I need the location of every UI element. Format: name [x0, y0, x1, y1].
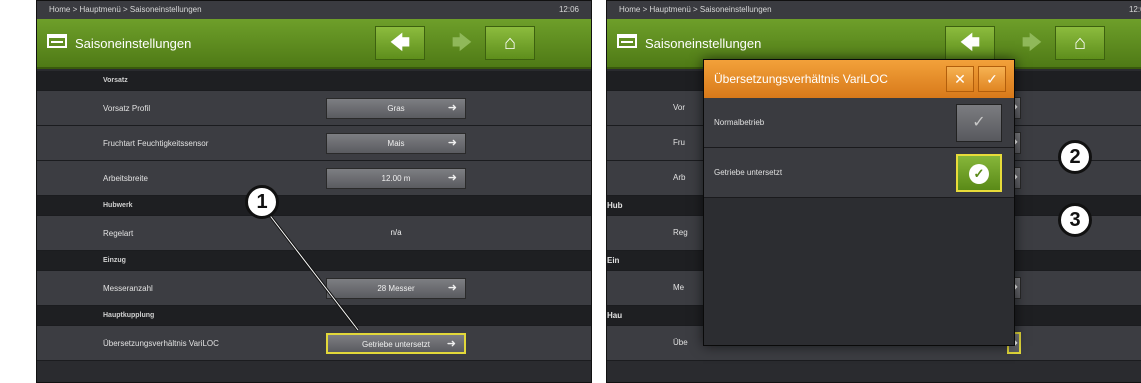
setting-row: Fruchtart Feuchtigkeitssensor Mais ➜ [37, 126, 591, 161]
section-header: Einzug [37, 251, 591, 271]
home-icon: ⌂ [1073, 32, 1087, 54]
setting-label-truncated: Me [673, 283, 685, 292]
dialog-title-text: Übersetzungsverhältnis VariLOC [714, 72, 888, 86]
status-bar: Home > Hauptmenü > Saisoneinstellungen 1… [607, 1, 1141, 19]
setting-row: Regelart n/a [37, 216, 591, 251]
setting-label: Fruchtart Feuchtigkeitssensor [103, 139, 209, 148]
arrow-left-icon: 🡄 [959, 32, 981, 54]
section-header-truncated: Hau [607, 311, 623, 320]
setting-label: Übersetzungsverhältnis VariLOC [103, 339, 219, 348]
settings-menu-icon [47, 34, 67, 48]
section-header: Hubwerk [37, 196, 591, 216]
settings-list: Vorsatz Vorsatz Profil Gras ➜ Fruchtart F… [37, 71, 591, 382]
home-button[interactable]: ⌂ [485, 26, 535, 60]
cancel-button[interactable]: ✕ [946, 66, 974, 92]
setting-row: Vorsatz Profil Gras ➜ [37, 91, 591, 126]
section-header: Hauptkupplung [37, 306, 591, 326]
setting-value-button[interactable]: Mais ➜ [326, 133, 466, 154]
setting-value: Getriebe untersetzt [361, 340, 431, 349]
setting-label-truncated: Übe [673, 338, 688, 347]
option-label: Normalbetrieb [714, 118, 765, 127]
section-header: Vorsatz [37, 71, 591, 91]
setting-row: Übersetzungsverhältnis VariLOC Getriebe … [37, 326, 591, 361]
option-row-selected[interactable]: Getriebe untersetzt ✓ [704, 148, 1014, 198]
close-icon: ✕ [954, 71, 966, 87]
title-bar: Saisoneinstellungen 🡄 🡆 ⌂ [37, 19, 591, 69]
back-button[interactable]: 🡄 [375, 26, 425, 60]
setting-value: 12.00 m [381, 174, 411, 183]
status-bar: Home > Hauptmenü > Saisoneinstellungen 1… [37, 1, 591, 19]
home-button[interactable]: ⌂ [1055, 26, 1105, 60]
check-circle-icon: ✓ [969, 164, 989, 184]
section-header-truncated: Hub [607, 201, 623, 210]
setting-label: Arbeitsbreite [103, 174, 148, 183]
arrow-right-icon: ➜ [447, 102, 457, 114]
breadcrumb: Home > Hauptmenü > Saisoneinstellungen [619, 5, 772, 14]
setting-value-button-selected[interactable]: Getriebe untersetzt ➜ [326, 333, 466, 354]
settings-screen-right: Home > Hauptmenü > Saisoneinstellungen 1… [606, 0, 1141, 383]
clock: 12:06 [558, 5, 579, 14]
settings-screen-left: Home > Hauptmenü > Saisoneinstellungen 1… [36, 0, 592, 383]
setting-value: Gras [387, 104, 405, 113]
arrow-right-icon: ➜ [446, 338, 456, 350]
setting-value: n/a [390, 228, 402, 237]
setting-row: Arbeitsbreite 12.00 m ➜ [37, 161, 591, 196]
arrow-right-icon: 🡆 [1021, 32, 1043, 54]
callout-3: 3 [1058, 203, 1092, 237]
setting-label: Regelart [103, 229, 134, 238]
home-icon: ⌂ [503, 32, 517, 54]
setting-label-truncated: Fru [673, 138, 685, 147]
setting-label: Messeranzahl [103, 284, 153, 293]
page-title: Saisoneinstellungen [75, 36, 192, 51]
setting-label: Vorsatz Profil [103, 104, 151, 113]
setting-label-truncated: Vor [673, 103, 686, 112]
check-icon: ✓ [986, 71, 998, 87]
forward-button[interactable]: 🡆 [437, 26, 487, 60]
option-label: Getriebe untersetzt [714, 168, 783, 177]
setting-row: Messeranzahl 28 Messer ➜ [37, 271, 591, 306]
arrow-right-icon: ➜ [447, 137, 457, 149]
setting-value-readonly: n/a [326, 223, 466, 244]
settings-menu-icon [617, 34, 637, 48]
arrow-right-icon: 🡆 [451, 32, 473, 54]
section-header-truncated: Ein [607, 256, 620, 265]
page-title: Saisoneinstellungen [645, 36, 762, 51]
setting-value-button[interactable]: 28 Messer ➜ [326, 278, 466, 299]
forward-button[interactable]: 🡆 [1007, 26, 1057, 60]
setting-value-button[interactable]: Gras ➜ [326, 98, 466, 119]
setting-value-button[interactable]: 12.00 m ➜ [326, 168, 466, 189]
breadcrumb: Home > Hauptmenü > Saisoneinstellungen [49, 5, 202, 14]
back-button[interactable]: 🡄 [945, 26, 995, 60]
arrow-right-icon: ➜ [447, 282, 457, 294]
confirm-button[interactable]: ✓ [978, 66, 1006, 92]
option-checkbox[interactable]: ✓ [956, 104, 1002, 142]
clock: 12:06 [1128, 5, 1141, 14]
setting-label-truncated: Reg [673, 228, 688, 237]
setting-value: Mais [387, 139, 405, 148]
setting-value: 28 Messer [377, 284, 415, 293]
callout-1: 1 [245, 185, 279, 219]
option-checkbox-checked[interactable]: ✓ [956, 154, 1002, 192]
arrow-right-icon: ➜ [447, 172, 457, 184]
setting-label-truncated: Arb [673, 173, 686, 182]
arrow-left-icon: 🡄 [389, 32, 411, 54]
callout-2: 2 [1058, 140, 1092, 174]
selection-dialog: Übersetzungsverhältnis VariLOC ✕ ✓ Norma… [703, 59, 1015, 346]
option-row[interactable]: Normalbetrieb ✓ [704, 98, 1014, 148]
check-icon: ✓ [972, 114, 986, 131]
